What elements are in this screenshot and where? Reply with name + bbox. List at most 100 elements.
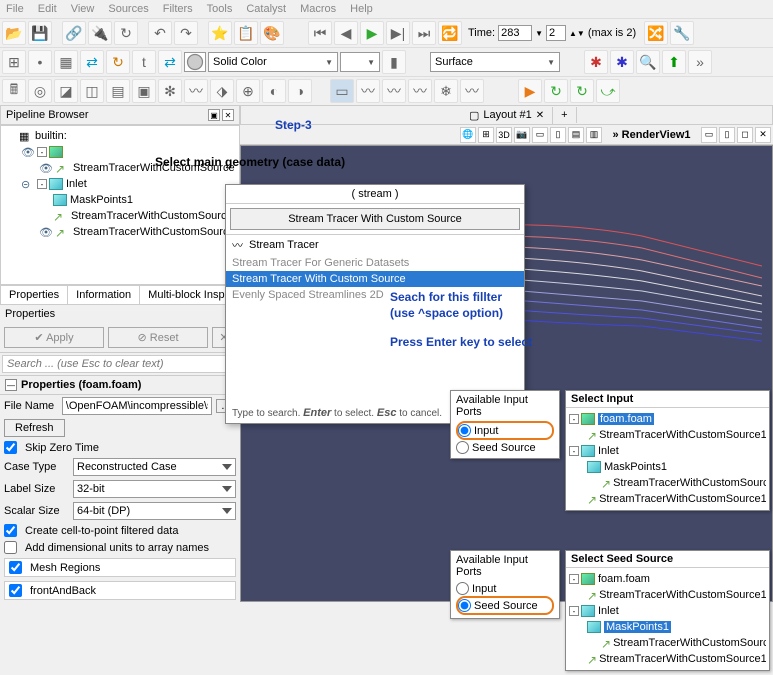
time-step-input[interactable] — [546, 25, 566, 41]
tree-item-mask[interactable]: MaskPoints1 — [70, 194, 133, 206]
property-search-input[interactable] — [2, 355, 238, 373]
filter-item-tracer[interactable]: 〰Stream Tracer — [226, 235, 524, 255]
save-icon[interactable]: 💾 — [28, 21, 52, 45]
cell-icon[interactable]: ▦ — [54, 50, 78, 74]
reset-button[interactable]: ⊘ Reset — [108, 327, 208, 348]
clip-icon[interactable]: ◪ — [54, 79, 78, 103]
properties-section-header[interactable]: —Properties (foam.foam) — [0, 376, 240, 395]
menu-tools[interactable]: Tools — [207, 3, 233, 15]
zoom-icon[interactable]: 🔍 — [636, 50, 660, 74]
undock-icon[interactable]: ▣ — [208, 109, 220, 121]
fit-icon[interactable]: ⬆ — [662, 50, 686, 74]
menu-macros[interactable]: Macros — [300, 3, 336, 15]
extract2-icon[interactable]: ◐ — [262, 79, 286, 103]
port-input-radio-1[interactable]: Input — [456, 421, 554, 440]
close-panel-icon[interactable]: ✕ — [222, 109, 234, 121]
refresh3-icon[interactable]: ⤻ — [596, 79, 620, 103]
open-icon[interactable]: 📂 — [2, 21, 26, 45]
filter-item-generic[interactable]: Stream Tracer For Generic Datasets — [226, 255, 524, 271]
link-camera-icon[interactable]: 🔀 — [644, 21, 668, 45]
scalarsize-select[interactable]: 64-bit (DP) — [73, 502, 236, 520]
next-frame-icon[interactable]: ▶| — [386, 21, 410, 45]
more-icon[interactable]: » — [688, 50, 712, 74]
sel-foam-2[interactable]: foam.foam — [598, 573, 650, 585]
time-icon[interactable]: t — [132, 50, 156, 74]
extract-icon[interactable]: ▣ — [132, 79, 156, 103]
adddim-checkbox[interactable] — [4, 541, 17, 554]
glyph-icon[interactable]: ✻ — [158, 79, 182, 103]
representation-combo[interactable]: Surface▼ — [430, 52, 560, 72]
tree-item-stream2[interactable]: StreamTracerWithCustomSource — [71, 210, 233, 222]
snow-icon[interactable]: ❄ — [434, 79, 458, 103]
reflect-icon[interactable]: ◑ — [288, 79, 312, 103]
port-input-radio-2[interactable]: Input — [456, 581, 554, 596]
rv-sel4-icon[interactable]: ▥ — [586, 127, 602, 143]
frontback-checkbox[interactable] — [9, 584, 22, 597]
port-seed-radio-2[interactable]: Seed Source — [456, 596, 554, 615]
filename-input[interactable] — [62, 397, 212, 415]
color-mode-combo[interactable]: Solid Color▼ — [208, 52, 338, 72]
sel-st2-2[interactable]: StreamTracerWithCustomSource1 — [613, 637, 766, 649]
time-frame-input[interactable] — [498, 25, 532, 41]
skip-zero-checkbox[interactable] — [4, 441, 17, 454]
sel-st3-1[interactable]: StreamTracerWithCustomSource1 — [599, 493, 766, 505]
wave3-icon[interactable]: 〰 — [408, 79, 432, 103]
tab-properties[interactable]: Properties — [1, 286, 68, 304]
port-seed-radio-1[interactable]: Seed Source — [456, 440, 554, 455]
selection-icon[interactable]: ▭ — [330, 79, 354, 103]
threshold-icon[interactable]: ▤ — [106, 79, 130, 103]
maximize-icon[interactable]: ◻ — [737, 127, 753, 143]
sel-st1-1[interactable]: StreamTracerWithCustomSource1 — [599, 429, 766, 441]
palette-icon[interactable]: 🎨 — [260, 21, 284, 45]
sel-st3-2[interactable]: StreamTracerWithCustomSource1 — [599, 653, 766, 665]
stream-icon[interactable]: 〰 — [184, 79, 208, 103]
menu-help[interactable]: Help — [350, 3, 373, 15]
warp-icon[interactable]: ⬗ — [210, 79, 234, 103]
menu-catalyst[interactable]: Catalyst — [246, 3, 286, 15]
refresh-icon[interactable]: ↻ — [544, 79, 568, 103]
arrows-icon[interactable]: ⇄ — [80, 50, 104, 74]
reload2-icon[interactable]: ↻ — [106, 50, 130, 74]
component-combo[interactable]: ▼ — [340, 52, 380, 72]
rv-halo-icon[interactable]: 🌐 — [460, 127, 476, 143]
meshregions-checkbox[interactable] — [9, 561, 22, 574]
filter-main-button[interactable]: Stream Tracer With Custom Source — [230, 208, 520, 230]
rv-camera-icon[interactable]: 📷 — [514, 127, 530, 143]
prev-frame-icon[interactable]: ◀ — [334, 21, 358, 45]
loop-icon[interactable]: 🔁 — [438, 21, 462, 45]
wave4-icon[interactable]: 〰 — [460, 79, 484, 103]
rv-grid-icon[interactable]: ⊞ — [478, 127, 494, 143]
rv-sel2-icon[interactable]: ▯ — [550, 127, 566, 143]
slice-icon[interactable]: ◫ — [80, 79, 104, 103]
close-tab-icon[interactable]: ✕ — [536, 110, 544, 121]
redo-icon[interactable]: ↷ — [174, 21, 198, 45]
scripts-icon[interactable]: 📋 — [234, 21, 258, 45]
tree-root[interactable]: builtin: — [35, 130, 67, 142]
last-frame-icon[interactable]: ⏭ — [412, 21, 436, 45]
adjust-icon[interactable]: 🔧 — [670, 21, 694, 45]
split-h-icon[interactable]: ▭ — [701, 127, 717, 143]
sel-st2-1[interactable]: StreamTracerWithCustomSource1 — [613, 477, 766, 489]
sel-foam-1[interactable]: foam.foam — [598, 413, 654, 425]
add-tab[interactable]: + — [553, 107, 576, 123]
menu-view[interactable]: View — [71, 3, 95, 15]
labelsize-select[interactable]: 32-bit — [73, 480, 236, 498]
sel-inlet-2[interactable]: Inlet — [598, 605, 619, 617]
wave1-icon[interactable]: 〰 — [356, 79, 380, 103]
group-icon[interactable]: ⊕ — [236, 79, 260, 103]
axes-icon[interactable]: ✱ — [584, 50, 608, 74]
filter-item-custom[interactable]: Stream Tracer With Custom Source — [226, 271, 524, 287]
menu-file[interactable]: File — [6, 3, 24, 15]
point-icon[interactable]: • — [28, 50, 52, 74]
connect-icon[interactable]: 🔗 — [62, 21, 86, 45]
colorbar-icon[interactable]: ▮ — [382, 50, 406, 74]
grid-icon[interactable]: ⊞ — [2, 50, 26, 74]
center-icon[interactable]: ✱ — [610, 50, 634, 74]
undo-icon[interactable]: ↶ — [148, 21, 172, 45]
favorites-icon[interactable]: ⭐ — [208, 21, 232, 45]
sel-mask-2[interactable]: MaskPoints1 — [604, 621, 671, 633]
disconnect-icon[interactable]: 🔌 — [88, 21, 112, 45]
play-icon[interactable]: ▶ — [360, 21, 384, 45]
refresh-button[interactable]: Refresh — [4, 419, 65, 437]
contour-icon[interactable]: ◎ — [28, 79, 52, 103]
